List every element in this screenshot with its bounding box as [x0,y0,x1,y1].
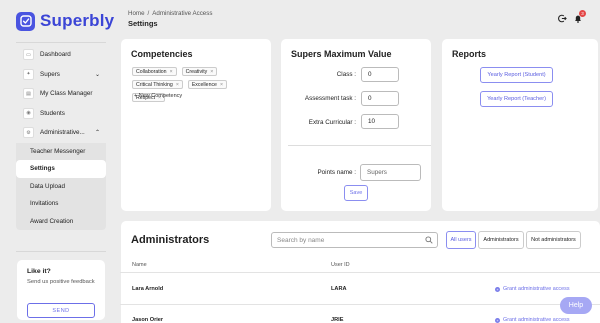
sidebar-item-supers[interactable]: ✦ Supers ⌄ [16,66,106,84]
gear-icon: ⚙ [23,127,34,139]
column-header-user-id: User ID [331,262,350,268]
chip-label: Collaboration [136,68,167,75]
admin-name: Jason Orier [132,317,164,323]
help-button[interactable]: Help [560,297,592,314]
extra-curricular-input[interactable]: 10 [361,114,399,129]
subnav-item-teacher-messenger[interactable]: Teacher Messenger [16,143,106,161]
extra-curricular-label: Extra Curricular : [308,119,356,126]
administrators-title: Administrators [131,234,210,246]
sidebar-item-label: Administrative... [40,129,85,137]
header-actions: 3 [558,10,586,25]
assessment-task-label: Assessment task : [304,95,356,102]
sidebar-item-students[interactable]: ◉ Students [16,105,106,123]
admin-user-id: JRIE [331,317,344,323]
breadcrumb: Home / Administrative Access [128,10,212,17]
page-title: Settings [128,19,158,28]
admin-user-id: LARA [331,286,347,292]
subnav-item-invitations[interactable]: Invitations [16,195,106,213]
search-icon[interactable] [425,236,433,246]
feedback-title: Like it? [27,268,51,275]
send-feedback-button[interactable]: SEND [27,303,95,318]
dashboard-icon: ▭ [23,49,34,61]
remove-chip-icon[interactable]: × [220,82,223,88]
sidebar-item-administrative[interactable]: ⚙ Administrative... ⌃ [16,124,106,142]
sidebar-divider [16,42,106,43]
remove-chip-icon[interactable]: × [170,69,173,75]
notification-badge: 3 [579,10,586,17]
competencies-title: Competencies [131,49,193,59]
sidebar-item-label: Supers [40,70,60,78]
competency-chip[interactable]: Creativity × [181,67,218,76]
competency-chip[interactable]: Critical Thinking × [132,80,183,89]
reports-title: Reports [452,49,487,59]
breadcrumb-home[interactable]: Home [128,10,145,17]
sidebar-divider [16,251,106,252]
filter-administrators[interactable]: Administrators [478,231,524,249]
chip-label: Critical Thinking [136,81,173,88]
app-name: Superbly [40,11,115,30]
clipboard-icon: ▤ [23,88,34,100]
supers-max-title: Supers Maximum Value [291,49,392,59]
filter-all-users[interactable]: All users [446,231,476,249]
chip-label: Excellence [191,81,217,88]
form-divider [288,145,431,146]
chevron-up-icon: ⌃ [94,130,100,137]
subnav-item-award-creation[interactable]: Award Creation [16,213,106,231]
plus-circle-icon: + [495,286,500,292]
search-input[interactable]: Search by name [271,232,438,248]
sidebar: ▭ Dashboard ✦ Supers ⌄ ▤ My Class Manage… [16,46,106,230]
filter-not-administrators[interactable]: Not administrators [526,231,581,249]
points-name-label: Points name : [317,169,356,176]
search-placeholder: Search by name [277,236,325,244]
sidebar-item-label: Students [40,109,65,117]
class-label: Class : [336,71,356,78]
chip-label: Creativity [185,68,208,75]
plus-circle-icon: + [495,317,500,323]
notifications-button[interactable]: 3 [574,10,586,25]
feedback-card: Like it? Send us positive feedback SEND [17,260,105,320]
sidebar-item-dashboard[interactable]: ▭ Dashboard [16,46,106,64]
chevron-down-icon: ⌄ [94,71,100,78]
save-button[interactable]: Save [344,185,368,201]
breadcrumb-separator: / [147,10,150,17]
yearly-report-student-button[interactable]: Yearly Report (Student) [480,67,553,83]
star-icon: ✦ [23,68,34,80]
yearly-report-teacher-button[interactable]: Yearly Report (Teacher) [480,91,553,107]
grant-access-link[interactable]: + Grant administrative access [495,286,570,292]
app-logo[interactable]: Superbly [16,11,114,31]
admin-name: Lara Arnold [132,286,164,292]
table-divider [120,304,600,305]
feedback-subtitle: Send us positive feedback [27,279,95,285]
sidebar-item-label: My Class Manager [40,90,93,98]
sidebar-item-label: Dashboard [40,51,71,59]
points-name-input[interactable]: Supers [360,164,421,181]
column-header-name: Name [132,262,147,268]
checkmark-logo-icon [16,11,35,31]
class-input[interactable]: 0 [361,67,399,82]
subnav-item-data-upload[interactable]: Data Upload [16,178,106,196]
table-divider [120,272,600,273]
grant-access-link[interactable]: + Grant administrative access [495,317,570,323]
grant-access-label: Grant administrative access [503,286,570,292]
competency-chip[interactable]: Collaboration × [132,67,177,76]
breadcrumb-current: Administrative Access [152,10,213,17]
new-competency-button[interactable]: + New Competency [134,93,182,99]
logout-icon[interactable] [558,14,567,25]
subnav-item-settings[interactable]: Settings [16,160,106,178]
assessment-task-input[interactable]: 0 [361,91,399,106]
grant-access-label: Grant administrative access [503,317,570,323]
sidebar-item-my-class-manager[interactable]: ▤ My Class Manager [16,85,106,103]
reports-card: Reports [442,39,598,211]
competency-chip[interactable]: Excellence × [187,80,227,89]
admin-subnav: Teacher Messenger Settings Data Upload I… [16,142,106,231]
competencies-card: Competencies [121,39,271,211]
remove-chip-icon[interactable]: × [210,69,213,75]
students-icon: ◉ [23,107,34,119]
remove-chip-icon[interactable]: × [176,82,179,88]
